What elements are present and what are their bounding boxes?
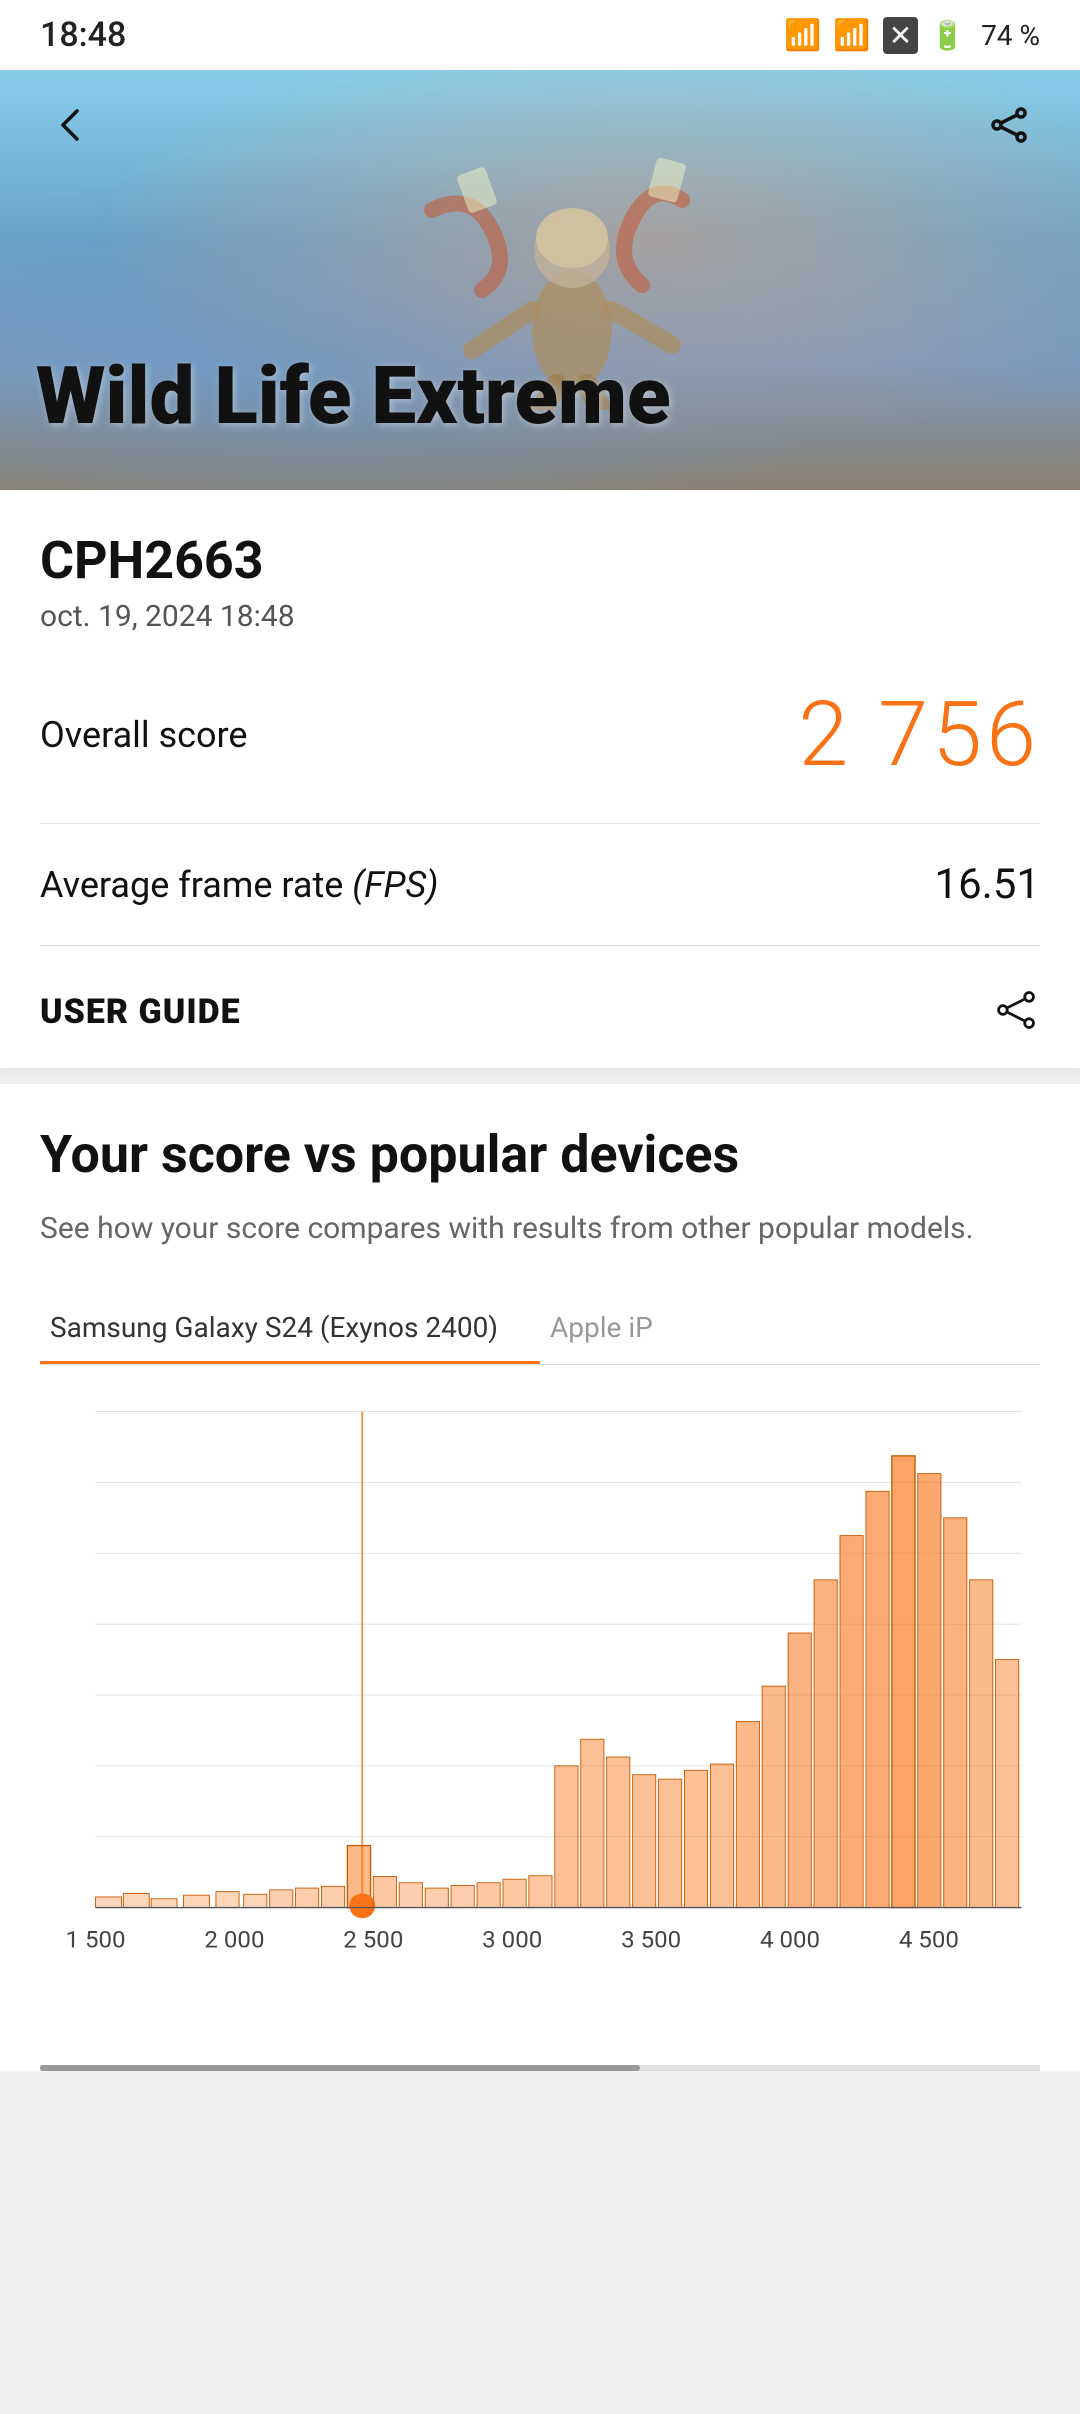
comparison-subtitle: See how your score compares with results…: [40, 1206, 1040, 1251]
svg-text:3 000: 3 000: [482, 1926, 542, 1953]
comparison-section: Your score vs popular devices See how yo…: [0, 1084, 1080, 2071]
overall-score-label: Overall score: [40, 714, 248, 756]
svg-text:2 500: 2 500: [343, 1926, 403, 1953]
overall-score-value: 2 756: [798, 682, 1040, 787]
share-button[interactable]: [974, 90, 1044, 160]
comparison-chart: 1 500 2 000 2 500 3 000 3 500 4 000 4 50…: [40, 1365, 1040, 2065]
status-time: 18:48: [40, 15, 126, 55]
svg-text:2 000: 2 000: [204, 1926, 264, 1953]
card-footer: USER GUIDE: [40, 986, 1040, 1038]
svg-text:1 500: 1 500: [66, 1926, 126, 1953]
wifi-icon: 📶: [833, 18, 870, 53]
svg-text:3 500: 3 500: [621, 1926, 681, 1953]
hero-title: Wild Life Extreme: [36, 352, 1044, 440]
battery-icon: 🔋: [930, 19, 965, 52]
fps-row: Average frame rate (FPS) 16.51: [40, 860, 1040, 946]
hero-section: Wild Life Extreme: [0, 70, 1080, 490]
fps-label: Average frame rate (FPS): [40, 864, 438, 906]
tab-samsung[interactable]: Samsung Galaxy S24 (Exynos 2400): [40, 1291, 540, 1364]
back-button[interactable]: [36, 90, 106, 160]
horizontal-scrollbar[interactable]: [40, 2065, 1040, 2071]
histogram-svg: 1 500 2 000 2 500 3 000 3 500 4 000 4 50…: [40, 1385, 1040, 2005]
hero-nav: [0, 90, 1080, 160]
result-card: CPH2663 oct. 19, 2024 18:48 Overall scor…: [0, 490, 1080, 1068]
status-icons: 📶 📶 ✕ 🔋 74 %: [784, 17, 1040, 54]
scrollbar-thumb[interactable]: [40, 2065, 640, 2071]
user-guide-button[interactable]: USER GUIDE: [40, 992, 241, 1032]
svg-text:4 000: 4 000: [760, 1926, 820, 1953]
battery-text: 74 %: [981, 19, 1040, 52]
comparison-title: Your score vs popular devices: [40, 1124, 1040, 1186]
fps-value: 16.51: [935, 860, 1041, 909]
comparison-tabs: Samsung Galaxy S24 (Exynos 2400) Apple i…: [40, 1291, 1040, 1365]
svg-text:4 500: 4 500: [899, 1926, 959, 1953]
overall-score-row: Overall score 2 756: [40, 682, 1040, 824]
tab-apple[interactable]: Apple iP: [540, 1291, 1040, 1364]
result-share-button[interactable]: [992, 986, 1040, 1038]
status-bar: 18:48 📶 📶 ✕ 🔋 74 %: [0, 0, 1080, 70]
device-date: oct. 19, 2024 18:48: [40, 599, 1040, 634]
fps-unit: (FPS): [352, 864, 438, 906]
device-name: CPH2663: [40, 530, 1040, 591]
bluetooth-icon: 📶: [784, 18, 821, 53]
signal-icon: ✕: [883, 17, 918, 54]
